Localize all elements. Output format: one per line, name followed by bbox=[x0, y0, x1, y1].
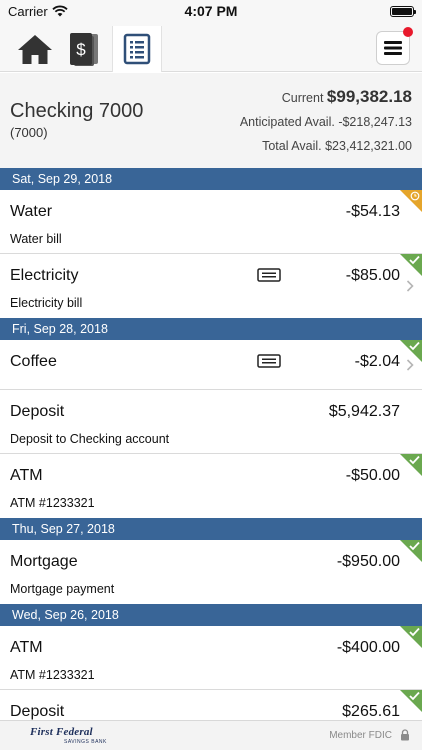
transaction-name: ATM bbox=[10, 467, 43, 484]
transaction-row[interactable]: Water Water bill -$54.13 bbox=[0, 190, 422, 254]
current-balance-amount: $99,382.18 bbox=[326, 87, 412, 106]
transaction-name: Electricity bbox=[10, 267, 79, 284]
date-header: Wed, Sep 26, 2018 bbox=[0, 604, 422, 626]
transaction-name: Deposit bbox=[10, 403, 65, 420]
menu-button[interactable] bbox=[376, 27, 413, 65]
anticipated-balance-label: Anticipated Avail. bbox=[239, 115, 335, 129]
memo-icon[interactable] bbox=[257, 268, 281, 282]
account-summary: Checking 7000 (7000) Current $99,382.18 … bbox=[0, 73, 422, 168]
date-header: Sat, Sep 29, 2018 bbox=[0, 168, 422, 190]
notification-dot bbox=[403, 27, 413, 37]
check-icon bbox=[409, 691, 420, 701]
tab-register[interactable] bbox=[112, 26, 162, 72]
anticipated-balance: Anticipated Avail. -$218,247.13 bbox=[240, 115, 412, 129]
battery-icon bbox=[390, 6, 416, 17]
transaction-description: Deposit to Checking account bbox=[10, 432, 170, 446]
bank-logo: First Federal bbox=[30, 726, 93, 738]
transaction-row[interactable]: Coffee -$2.04 bbox=[0, 340, 422, 390]
total-balance-amount: $23,412,321.00 bbox=[325, 139, 412, 153]
transaction-row[interactable]: Electricity Electricity bill -$85.00 bbox=[0, 254, 422, 318]
account-name: Checking 7000 bbox=[10, 100, 144, 122]
transaction-amount: -$400.00 bbox=[336, 639, 400, 656]
transaction-amount: -$54.13 bbox=[345, 203, 400, 220]
transaction-amount: $265.61 bbox=[342, 703, 400, 720]
date-header: Fri, Sep 28, 2018 bbox=[0, 318, 422, 340]
clock: 4:07 PM bbox=[184, 3, 238, 19]
transaction-amount: -$50.00 bbox=[345, 467, 400, 484]
nav-bar: $ bbox=[0, 24, 422, 72]
footer: First Federal SAVINGS BANK Member FDIC bbox=[0, 720, 422, 750]
transaction-description: ATM #1233321 bbox=[10, 668, 95, 682]
transaction-description: Mortgage payment bbox=[10, 582, 115, 596]
transaction-name: ATM bbox=[10, 639, 43, 656]
svg-text:$: $ bbox=[76, 40, 86, 59]
check-icon bbox=[409, 541, 420, 551]
transaction-name: Deposit bbox=[10, 703, 65, 720]
tab-accounts[interactable]: $ bbox=[60, 26, 110, 72]
register-icon bbox=[123, 33, 151, 65]
transaction-amount: -$950.00 bbox=[336, 553, 400, 570]
transaction-list: Sat, Sep 29, 2018 Water Water bill -$54.… bbox=[0, 168, 422, 750]
transaction-name: Mortgage bbox=[10, 553, 78, 570]
check-icon bbox=[409, 341, 420, 351]
chevron-right-icon[interactable] bbox=[406, 359, 414, 371]
transaction-row[interactable]: Deposit Deposit to Checking account $5,9… bbox=[0, 390, 422, 454]
current-balance-label: Current bbox=[281, 91, 324, 105]
transaction-row[interactable]: ATM ATM #1233321 -$400.00 bbox=[0, 626, 422, 690]
transaction-amount: -$2.04 bbox=[354, 353, 400, 370]
transaction-name: Coffee bbox=[10, 353, 57, 370]
transaction-amount: -$85.00 bbox=[345, 267, 400, 284]
tab-home[interactable] bbox=[10, 26, 60, 72]
memo-icon[interactable] bbox=[257, 354, 281, 368]
money-icon: $ bbox=[70, 33, 98, 66]
check-icon bbox=[409, 455, 420, 465]
chevron-right-icon[interactable] bbox=[406, 280, 414, 292]
account-number: (7000) bbox=[10, 125, 48, 140]
transaction-amount: $5,942.37 bbox=[328, 403, 400, 420]
transaction-description: Electricity bill bbox=[10, 296, 83, 310]
lock-icon bbox=[401, 729, 409, 741]
transaction-row[interactable]: ATM ATM #1233321 -$50.00 bbox=[0, 454, 422, 518]
status-bar: Carrier 4:07 PM bbox=[0, 0, 422, 24]
anticipated-balance-amount: -$218,247.13 bbox=[338, 115, 412, 129]
home-icon bbox=[18, 35, 52, 64]
total-balance: Total Avail. $23,412,321.00 bbox=[262, 139, 412, 153]
total-balance-label: Total Avail. bbox=[262, 139, 322, 153]
date-header: Thu, Sep 27, 2018 bbox=[0, 518, 422, 540]
transaction-description: Water bill bbox=[10, 232, 62, 246]
hamburger-icon bbox=[384, 41, 402, 55]
bank-logo-subtitle: SAVINGS BANK bbox=[64, 739, 107, 745]
clock-icon bbox=[410, 191, 420, 201]
fdic-label: Member FDIC bbox=[329, 730, 392, 741]
transaction-description: ATM #1233321 bbox=[10, 496, 95, 510]
transaction-row[interactable]: Mortgage Mortgage payment -$950.00 bbox=[0, 540, 422, 604]
check-icon bbox=[409, 255, 420, 265]
check-icon bbox=[409, 627, 420, 637]
current-balance: Current $99,382.18 bbox=[282, 87, 412, 107]
transaction-name: Water bbox=[10, 203, 53, 220]
